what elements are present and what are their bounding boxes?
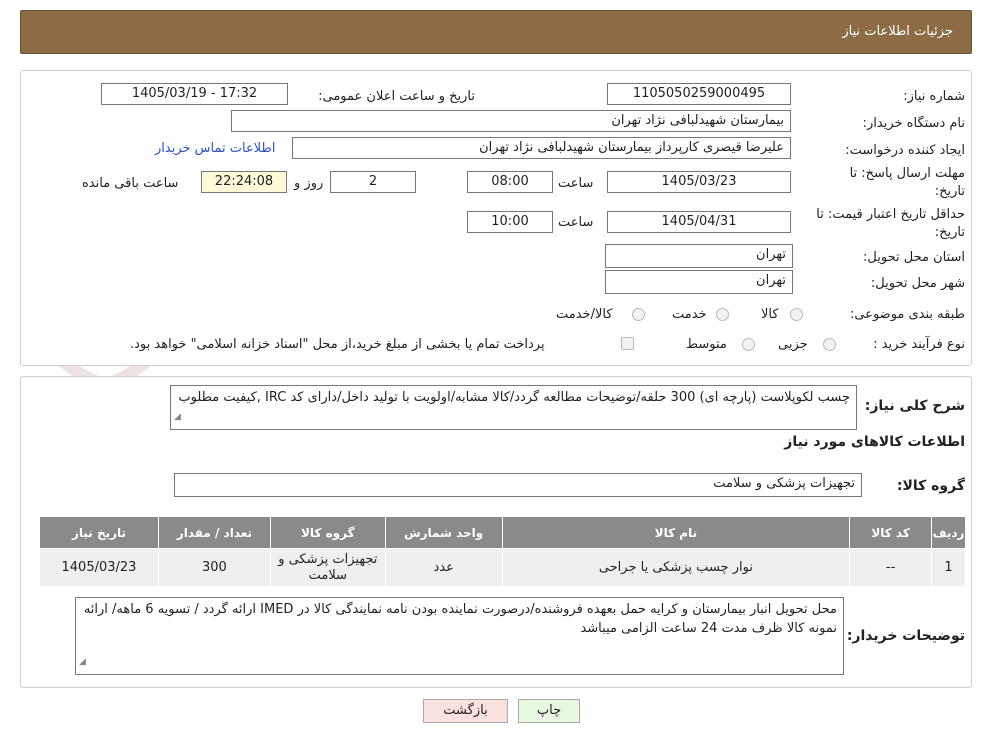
announce-datetime-field: 1405/03/19 - 17:32	[101, 83, 288, 105]
deadline-time-label: ساعت	[558, 176, 594, 191]
table-row: 1 -- نوار چسب پزشکی یا جراحی عدد تجهیزات…	[39, 548, 966, 587]
process-minor-radio[interactable]	[823, 338, 836, 351]
validity-label: حداقل تاریخ اعتبار قیمت: تا تاریخ:	[816, 207, 965, 240]
cell-code: --	[849, 548, 933, 587]
col-row: ردیف	[931, 516, 966, 549]
cell-quantity: 300	[157, 548, 271, 587]
goods-info-title: اطلاعات کالاهای مورد نیاز	[784, 434, 965, 450]
announce-label: تاریخ و ساعت اعلان عمومی:	[318, 89, 475, 104]
back-button[interactable]: بازگشت	[423, 699, 508, 723]
cell-row: 1	[931, 548, 966, 587]
deadline-label: مهلت ارسال پاسخ: تا تاریخ:	[849, 166, 965, 199]
process-type-label: نوع فرآیند خرید :	[873, 337, 965, 352]
buyer-notes-textarea[interactable]: محل تحویل انبار بیمارستان و کرایه حمل بع…	[75, 597, 844, 675]
goods-group-label: گروه کالا:	[896, 478, 965, 494]
buyer-org-field: بیمارستان شهیدلبافی نژاد تهران	[231, 110, 791, 132]
remaining-time-label: ساعت باقی مانده	[82, 176, 179, 191]
col-group: گروه کالا	[269, 516, 386, 549]
summary-textarea[interactable]: چسب لکوپلاست (پارچه ای) 300 حلقه/توضیحات…	[170, 385, 857, 430]
validity-time-field: 10:00	[467, 211, 553, 233]
col-date: تاریخ نیاز	[39, 516, 159, 549]
need-number-label: شماره نیاز:	[903, 89, 965, 104]
page-title: جزئیات اطلاعات نیاز	[842, 24, 953, 39]
treasury-payment-checkbox[interactable]	[621, 337, 634, 350]
col-name: نام کالا	[501, 516, 851, 549]
process-medium-radio[interactable]	[742, 338, 755, 351]
col-unit: واحد شمارش	[384, 516, 503, 549]
category-service-radio[interactable]	[716, 308, 729, 321]
cell-date: 1405/03/23	[39, 548, 159, 587]
process-minor-label: جزیی	[778, 337, 808, 352]
creator-label: ایجاد کننده درخواست:	[845, 143, 965, 158]
col-code: کد کالا	[849, 516, 933, 549]
category-service-label: خدمت	[672, 307, 707, 322]
print-button[interactable]: چاپ	[518, 699, 580, 723]
summary-text: چسب لکوپلاست (پارچه ای) 300 حلقه/توضیحات…	[178, 390, 850, 405]
category-label: طبقه بندی موضوعی:	[849, 307, 965, 322]
cell-name: نوار چسب پزشکی یا جراحی	[501, 548, 851, 587]
city-field: تهران	[605, 270, 793, 294]
resize-grip-icon[interactable]: ◢	[174, 408, 181, 427]
treasury-payment-note: پرداخت تمام یا بخشی از مبلغ خرید،از محل …	[130, 337, 545, 352]
city-label: شهر محل تحویل:	[870, 276, 965, 291]
process-medium-label: متوسط	[686, 337, 727, 352]
summary-label: شرح کلی نیاز:	[864, 398, 965, 414]
cell-group: تجهیزات پزشکی و سلامت	[269, 548, 386, 587]
buyer-notes-label: توضیحات خریدار:	[846, 628, 965, 644]
category-goods-label: کالا	[761, 307, 779, 322]
col-quantity: تعداد / مقدار	[157, 516, 271, 549]
cell-unit: عدد	[384, 548, 503, 587]
validity-date-field: 1405/04/31	[607, 211, 791, 233]
buyer-notes-text: محل تحویل انبار بیمارستان و کرایه حمل بع…	[83, 602, 837, 636]
days-label: روز و	[294, 176, 324, 191]
validity-time-label: ساعت	[558, 215, 594, 230]
resize-grip-icon[interactable]: ◢	[79, 653, 86, 672]
deadline-date-field: 1405/03/23	[607, 171, 791, 193]
creator-field: علیرضا قیصری کارپرداز بیمارستان شهیدلباف…	[292, 137, 791, 159]
goods-group-field: تجهیزات پزشکی و سلامت	[174, 473, 862, 497]
category-goods-service-label: کالا/خدمت	[556, 307, 613, 322]
province-field: تهران	[605, 244, 793, 268]
buyer-contact-link[interactable]: اطلاعات تماس خریدار	[155, 141, 275, 156]
need-number-field: 1105050259000495	[607, 83, 791, 105]
category-goods-radio[interactable]	[790, 308, 803, 321]
page-header: جزئیات اطلاعات نیاز	[20, 10, 972, 54]
buyer-org-label: نام دستگاه خریدار:	[862, 116, 965, 131]
remaining-time-field: 22:24:08	[201, 171, 287, 193]
days-remaining-field: 2	[330, 171, 416, 193]
goods-table-header: ردیف کد کالا نام کالا واحد شمارش گروه کا…	[39, 516, 966, 549]
category-goods-service-radio[interactable]	[632, 308, 645, 321]
province-label: استان محل تحویل:	[863, 250, 965, 265]
goods-table: ردیف کد کالا نام کالا واحد شمارش گروه کا…	[39, 516, 966, 587]
deadline-time-field: 08:00	[467, 171, 553, 193]
